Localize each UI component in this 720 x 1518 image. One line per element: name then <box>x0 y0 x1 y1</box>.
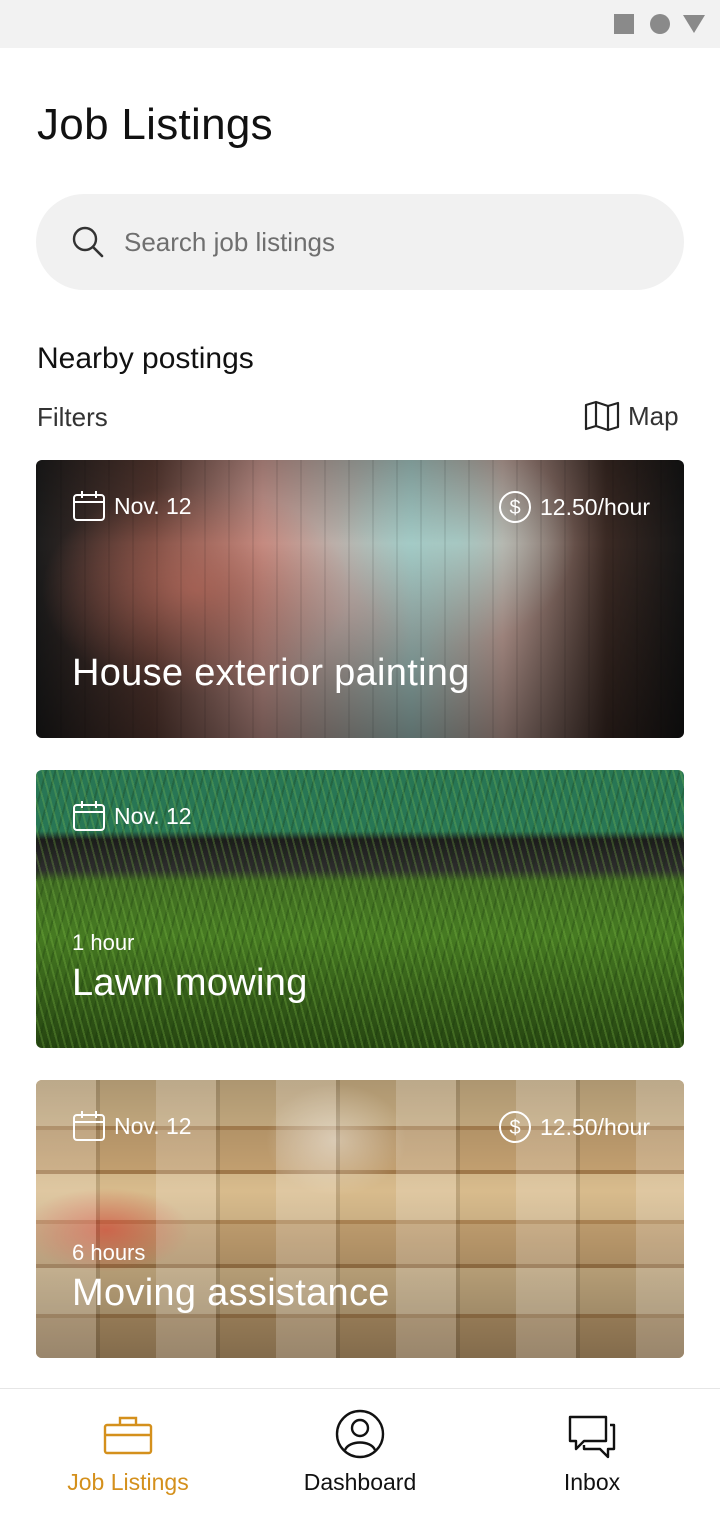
search-bar[interactable] <box>36 194 684 290</box>
listing-title: House exterior painting <box>72 652 470 694</box>
listing-pay: $ 12.50/hour <box>498 1110 650 1144</box>
user-circle-icon <box>335 1409 385 1459</box>
listing-title: Lawn mowing <box>72 962 308 1004</box>
calendar-icon <box>73 491 105 521</box>
search-icon <box>72 226 104 258</box>
tab-label: Inbox <box>563 1469 621 1495</box>
tab-label: Dashboard <box>303 1469 417 1495</box>
svg-text:$: $ <box>509 497 520 519</box>
tab-label: Job Listings <box>67 1469 189 1495</box>
map-label: Map <box>628 400 679 431</box>
listing-date: Nov. 12 <box>72 800 192 832</box>
page-title: Job Listings <box>37 100 273 149</box>
listing-card-house-painting[interactable]: Nov. 12 $ 12.50/hour House exterior pain… <box>36 460 684 738</box>
dollar-icon: $ <box>499 1111 532 1143</box>
tab-inbox[interactable]: Inbox <box>472 1389 712 1518</box>
recent-apps-icon <box>614 14 634 34</box>
tab-job-listings[interactable]: Job Listings <box>8 1389 248 1518</box>
listing-duration: 6 hours <box>72 1240 146 1265</box>
briefcase-icon <box>103 1416 153 1455</box>
listing-date-text: Nov. 12 <box>114 492 192 519</box>
chat-icon <box>568 1415 616 1459</box>
listing-date-text: Nov. 12 <box>114 802 192 829</box>
tab-dashboard[interactable]: Dashboard <box>240 1389 480 1518</box>
back-icon <box>683 15 705 33</box>
home-icon <box>650 14 670 34</box>
bottom-tab-bar: Job Listings Dashboard Inbox <box>0 1388 720 1518</box>
listing-pay-text: 12.50/hour <box>540 493 650 520</box>
listing-date: Nov. 12 <box>72 1110 192 1142</box>
listing-card-moving-assistance[interactable]: Nov. 12 $ 12.50/hour 6 hours Moving assi… <box>36 1080 684 1358</box>
listing-card-lawn-mowing[interactable]: Nov. 12 1 hour Lawn mowing <box>36 770 684 1048</box>
listing-pay-text: 12.50/hour <box>540 1113 650 1140</box>
map-icon <box>584 400 620 432</box>
listing-pay: $ 12.50/hour <box>498 490 650 524</box>
listing-title: Moving assistance <box>72 1272 390 1314</box>
dollar-icon: $ <box>499 491 532 523</box>
listing-date-text: Nov. 12 <box>114 1112 192 1139</box>
map-button[interactable]: Map <box>584 398 679 434</box>
calendar-icon <box>73 801 105 831</box>
section-title: Nearby postings <box>37 342 254 375</box>
calendar-icon <box>73 1111 105 1141</box>
search-input[interactable] <box>124 216 644 268</box>
svg-text:$: $ <box>509 1117 520 1139</box>
listing-date: Nov. 12 <box>72 490 192 522</box>
listing-duration: 1 hour <box>72 930 135 955</box>
status-bar <box>0 0 720 48</box>
filters-button[interactable]: Filters <box>37 402 108 433</box>
